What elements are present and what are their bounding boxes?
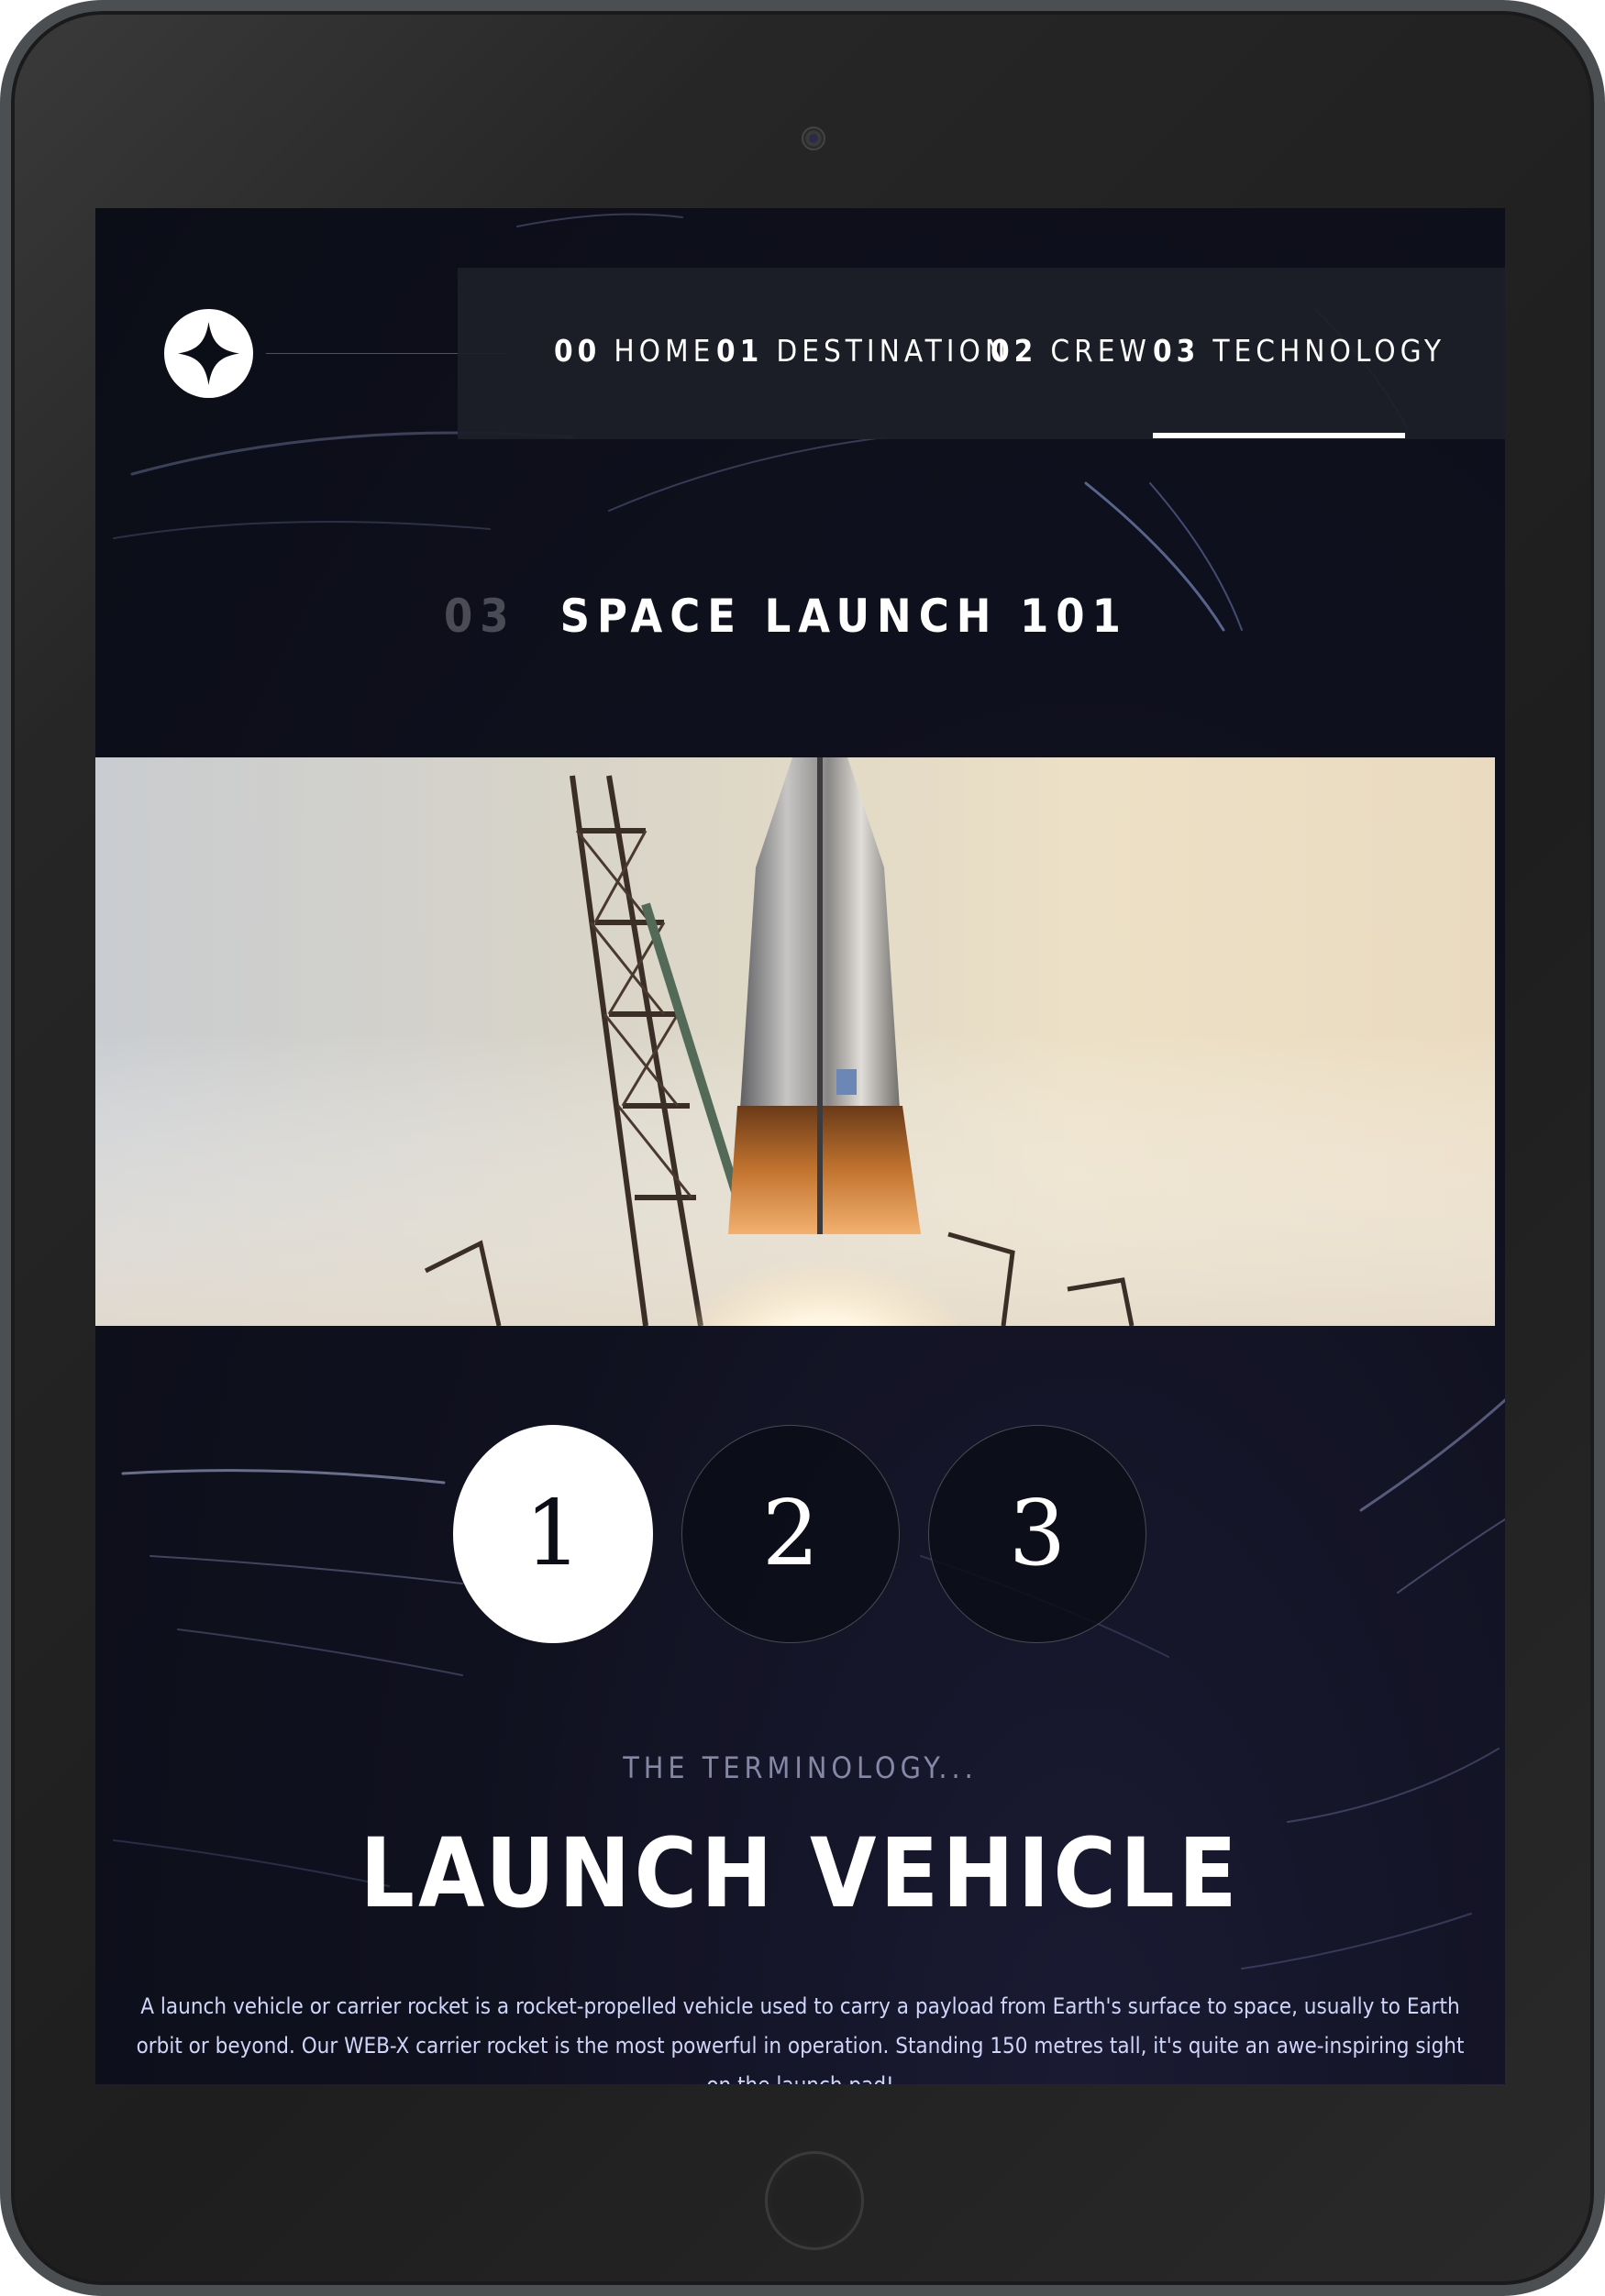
app-screen: 00 HOME 01 DESTINATION 02 CREW 03 TECHNOLOGY…	[95, 208, 1505, 2084]
active-nav-indicator	[1153, 433, 1405, 438]
technology-description: A launch vehicle or carrier rocket is a …	[136, 1993, 1465, 2084]
nav-label: HOME	[614, 333, 715, 369]
rocket-launch-illustration	[95, 757, 1495, 1326]
step-button-3[interactable]: 3	[928, 1425, 1146, 1643]
page-title: 03 SPACE LAUNCH 101	[444, 589, 1128, 644]
step-button-1[interactable]: 1	[453, 1425, 653, 1643]
nav-number: 02	[991, 333, 1038, 369]
camera-icon	[802, 127, 825, 150]
nav-item-technology[interactable]: 03 TECHNOLOGY	[1153, 323, 1445, 380]
page-title-number: 03	[444, 590, 516, 643]
step-button-2[interactable]: 2	[681, 1425, 900, 1643]
nav-item-home[interactable]: 00 HOME	[554, 323, 714, 380]
nav-label: TECHNOLOGY	[1212, 333, 1446, 369]
page-title-text: SPACE LAUNCH 101	[559, 590, 1128, 643]
nav-item-destination[interactable]: 01 DESTINATION	[716, 323, 1010, 380]
terminology-eyebrow: THE TERMINOLOGY...	[623, 1750, 978, 1785]
four-point-star-icon	[178, 322, 239, 385]
main-navigation: 00 HOME 01 DESTINATION 02 CREW 03 TECHNOLOGY	[458, 268, 1505, 439]
logo[interactable]	[164, 309, 253, 398]
rocket-launch-image	[95, 757, 1495, 1326]
nav-item-crew[interactable]: 02 CREW	[991, 323, 1151, 380]
nav-number: 03	[1153, 333, 1201, 369]
nav-number: 01	[716, 333, 764, 369]
nav-number: 00	[554, 333, 602, 369]
nav-label: CREW	[1050, 333, 1151, 369]
nav-label: DESTINATION	[776, 333, 1011, 369]
technology-title: LAUNCH VEHICLE	[360, 1817, 1241, 1929]
home-button[interactable]	[765, 2151, 864, 2250]
